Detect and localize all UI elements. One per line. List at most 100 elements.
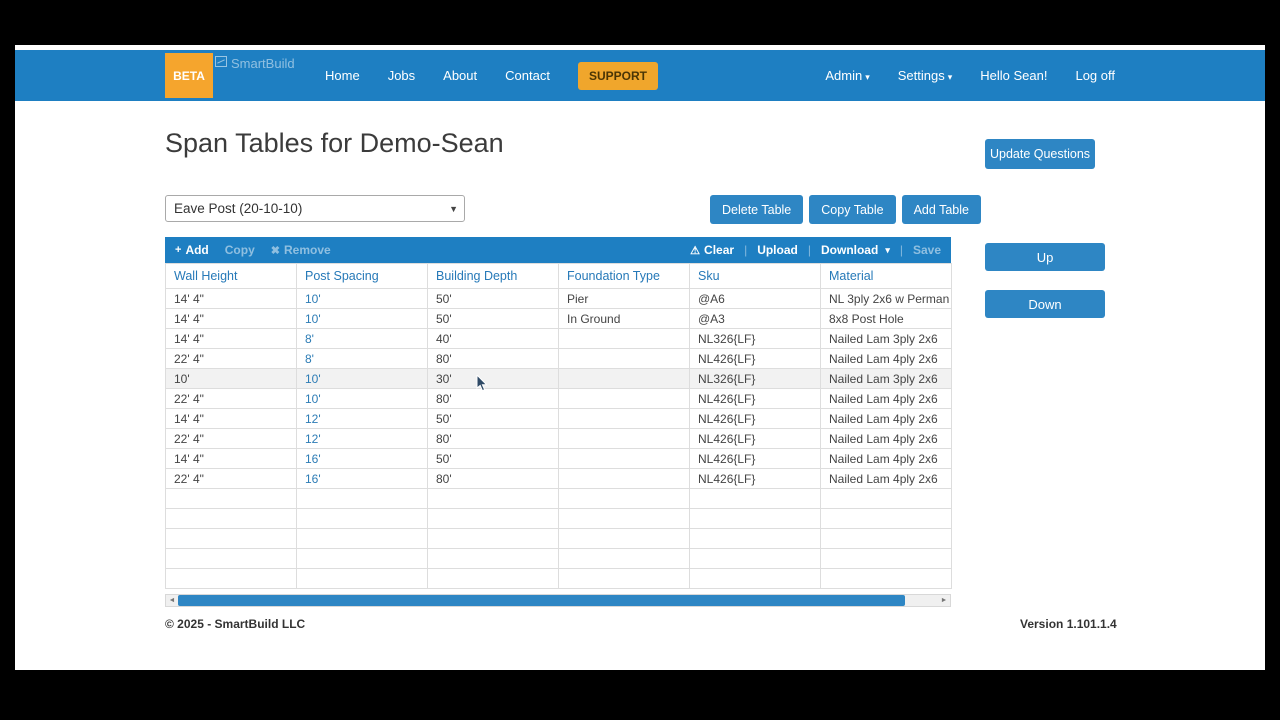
table-cell[interactable]: NL426{LF}	[689, 388, 821, 409]
table-cell[interactable]: 80'	[427, 348, 559, 369]
table-cell[interactable]: NL326{LF}	[689, 368, 821, 389]
table-row-empty[interactable]	[165, 508, 952, 529]
table-cell[interactable]: 22' 4"	[165, 388, 297, 409]
table-cell-empty[interactable]	[296, 568, 428, 589]
table-cell[interactable]: 16'	[296, 448, 428, 469]
grid-copy-button[interactable]: Copy	[225, 243, 255, 257]
table-cell[interactable]: 50'	[427, 448, 559, 469]
table-row-empty[interactable]	[165, 568, 952, 589]
table-cell[interactable]	[558, 328, 690, 349]
nav-link-home[interactable]: Home	[325, 68, 360, 83]
table-cell[interactable]: Nailed Lam 4ply 2x6	[820, 428, 952, 449]
horizontal-scrollbar[interactable]: ◄ ►	[165, 594, 951, 607]
table-cell[interactable]: In Ground	[558, 308, 690, 329]
table-cell-empty[interactable]	[558, 488, 690, 509]
table-cell[interactable]: 8x8 Post Hole	[820, 308, 952, 329]
nav-link-contact[interactable]: Contact	[505, 68, 550, 83]
table-cell[interactable]: 14' 4"	[165, 408, 297, 429]
table-cell-empty[interactable]	[820, 488, 952, 509]
table-cell[interactable]: 16'	[296, 468, 428, 489]
grid-upload-button[interactable]: Upload	[757, 243, 798, 257]
delete-table-button[interactable]: Delete Table	[710, 195, 804, 224]
table-row[interactable]: 22' 4" 8' 80' NL426{LF} Nailed Lam 4ply 2x6	[165, 348, 952, 369]
table-cell[interactable]: Nailed Lam 3ply 2x6	[820, 328, 952, 349]
table-cell-empty[interactable]	[689, 488, 821, 509]
table-cell-empty[interactable]	[689, 548, 821, 569]
table-cell[interactable]: 8'	[296, 348, 428, 369]
table-cell-empty[interactable]	[427, 528, 559, 549]
table-row[interactable]: 14' 4" 10' 50' Pier @A6 NL 3ply 2x6 w Perman …	[165, 288, 952, 309]
table-cell-empty[interactable]	[820, 508, 952, 529]
table-cell[interactable]: 10'	[296, 388, 428, 409]
table-cell[interactable]: 22' 4"	[165, 348, 297, 369]
table-cell[interactable]: 40'	[427, 328, 559, 349]
table-cell[interactable]: NL326{LF}	[689, 328, 821, 349]
table-cell-empty[interactable]	[689, 568, 821, 589]
nav-link-about[interactable]: About	[443, 68, 477, 83]
table-row-empty[interactable]	[165, 528, 952, 549]
table-cell[interactable]	[558, 468, 690, 489]
table-row[interactable]: 10' 10' 30' NL326{LF} Nailed Lam 3ply 2x6	[165, 368, 952, 389]
table-cell[interactable]: @A3	[689, 308, 821, 329]
table-cell[interactable]: 22' 4"	[165, 428, 297, 449]
table-cell[interactable]: 50'	[427, 308, 559, 329]
table-row[interactable]: 14' 4" 8' 40' NL326{LF} Nailed Lam 3ply 2x6	[165, 328, 952, 349]
nav-menu-settings[interactable]: Settings ▾	[898, 68, 953, 83]
table-cell[interactable]: NL426{LF}	[689, 408, 821, 429]
table-cell[interactable]	[558, 368, 690, 389]
table-row[interactable]: 22' 4" 10' 80' NL426{LF} Nailed Lam 4ply 2x6	[165, 388, 952, 409]
column-header[interactable]: Post Spacing	[296, 263, 428, 289]
table-cell[interactable]: 30'	[427, 368, 559, 389]
support-button[interactable]: SUPPORT	[577, 61, 658, 90]
table-cell[interactable]: 80'	[427, 428, 559, 449]
table-row[interactable]: 14' 4" 16' 50' NL426{LF} Nailed Lam 4ply 2x6	[165, 448, 952, 469]
table-row[interactable]: 14' 4" 12' 50' NL426{LF} Nailed Lam 4ply 2x6	[165, 408, 952, 429]
table-cell-empty[interactable]	[689, 528, 821, 549]
table-cell[interactable]	[558, 428, 690, 449]
table-cell-empty[interactable]	[296, 548, 428, 569]
table-cell-empty[interactable]	[558, 508, 690, 529]
table-cell[interactable]: 8'	[296, 328, 428, 349]
table-cell[interactable]: Pier	[558, 288, 690, 309]
column-header[interactable]: Building Depth	[427, 263, 559, 289]
table-cell[interactable]: Nailed Lam 4ply 2x6	[820, 388, 952, 409]
table-cell[interactable]: NL426{LF}	[689, 348, 821, 369]
brand-logo[interactable]: SmartBuild	[215, 56, 295, 71]
table-cell[interactable]: Nailed Lam 4ply 2x6	[820, 448, 952, 469]
table-cell[interactable]: 22' 4"	[165, 468, 297, 489]
column-header[interactable]: Foundation Type	[558, 263, 690, 289]
table-cell-empty[interactable]	[558, 548, 690, 569]
grid-remove-button[interactable]: ✖ Remove	[271, 243, 331, 257]
table-cell-empty[interactable]	[820, 548, 952, 569]
copy-table-button[interactable]: Copy Table	[809, 195, 896, 224]
table-cell-empty[interactable]	[558, 568, 690, 589]
grid-save-button[interactable]: Save	[913, 243, 941, 257]
table-cell-empty[interactable]	[296, 528, 428, 549]
table-row-empty[interactable]	[165, 488, 952, 509]
table-cell-empty[interactable]	[165, 568, 297, 589]
table-cell[interactable]: 10'	[296, 308, 428, 329]
table-cell-empty[interactable]	[427, 488, 559, 509]
nav-greeting[interactable]: Hello Sean!	[980, 68, 1047, 83]
table-cell[interactable]: 14' 4"	[165, 288, 297, 309]
table-cell[interactable]: NL426{LF}	[689, 468, 821, 489]
down-button[interactable]: Down	[985, 290, 1105, 318]
table-cell[interactable]: 50'	[427, 288, 559, 309]
column-header[interactable]: Material	[820, 263, 952, 289]
table-row-empty[interactable]	[165, 548, 952, 569]
table-cell[interactable]: 10'	[296, 288, 428, 309]
table-cell-empty[interactable]	[165, 528, 297, 549]
table-cell-empty[interactable]	[427, 508, 559, 529]
table-cell[interactable]: @A6	[689, 288, 821, 309]
table-cell[interactable]	[558, 408, 690, 429]
scroll-left-icon[interactable]: ◄	[166, 595, 178, 606]
table-cell-empty[interactable]	[427, 548, 559, 569]
table-cell-empty[interactable]	[558, 528, 690, 549]
update-questions-button[interactable]: Update Questions	[985, 139, 1095, 169]
table-cell-empty[interactable]	[165, 488, 297, 509]
table-cell[interactable]	[558, 388, 690, 409]
grid-download-button[interactable]: Download ▾	[821, 243, 890, 257]
table-cell-empty[interactable]	[165, 548, 297, 569]
table-row[interactable]: 22' 4" 16' 80' NL426{LF} Nailed Lam 4ply 2x6	[165, 468, 952, 489]
span-table-select[interactable]: Eave Post (20-10-10)	[165, 195, 465, 222]
